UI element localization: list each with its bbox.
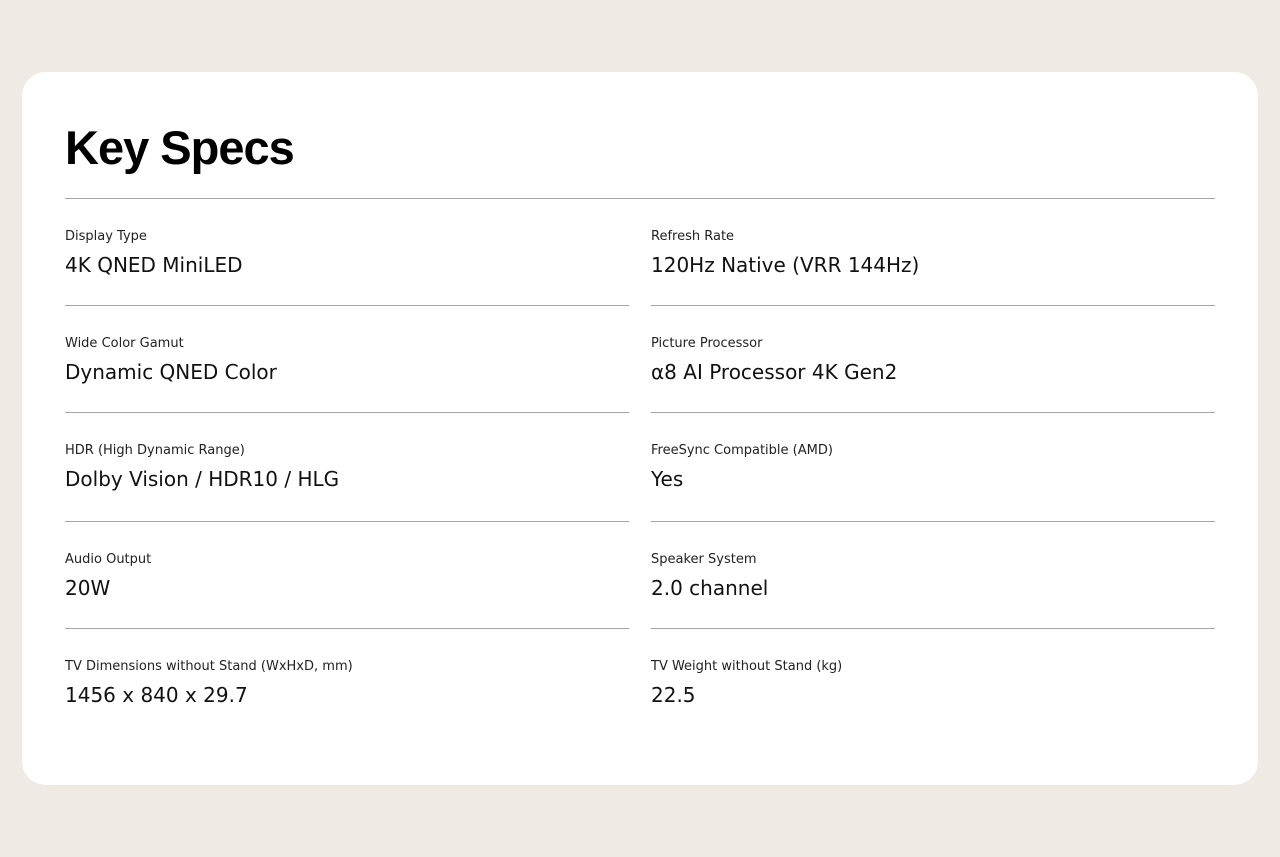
spec-audio-output: Audio Output 20W: [65, 522, 629, 629]
spec-freesync: FreeSync Compatible (AMD) Yes: [651, 413, 1215, 522]
spec-value: Dynamic QNED Color: [65, 360, 277, 384]
spec-value: Dolby Vision / HDR10 / HLG: [65, 467, 340, 491]
spec-tv-dimensions: TV Dimensions without Stand (WxHxD, mm) …: [65, 629, 629, 736]
spec-speaker-system: Speaker System 2.0 channel: [651, 522, 1215, 629]
key-specs-card: Key Specs Display Type 4K QNED MiniLED R…: [22, 72, 1258, 785]
spec-value: Yes: [651, 467, 684, 491]
spec-label: Speaker System: [651, 552, 757, 567]
spec-value: 4K QNED MiniLED: [65, 253, 243, 277]
spec-label: TV Weight without Stand (kg): [651, 659, 843, 674]
spec-wide-color-gamut: Wide Color Gamut Dynamic QNED Color: [65, 306, 629, 413]
spec-label: FreeSync Compatible (AMD): [651, 443, 833, 458]
spec-label: Refresh Rate: [651, 229, 735, 244]
spec-value: α8 AI Processor 4K Gen2: [651, 360, 898, 384]
spec-hdr: HDR (High Dynamic Range) Dolby Vision / …: [65, 413, 629, 522]
spec-value: 22.5: [651, 683, 696, 707]
spec-value: 1456 x 840 x 29.7: [65, 683, 248, 707]
spec-refresh-rate: Refresh Rate 120Hz Native (VRR 144Hz): [651, 199, 1215, 306]
spec-picture-processor: Picture Processor α8 AI Processor 4K Gen…: [651, 306, 1215, 413]
page-title: Key Specs: [65, 121, 295, 174]
spec-value: 2.0 channel: [651, 576, 769, 600]
spec-label: HDR (High Dynamic Range): [65, 443, 245, 458]
spec-label: Display Type: [65, 229, 147, 244]
spec-label: Wide Color Gamut: [65, 336, 184, 351]
spec-display-type: Display Type 4K QNED MiniLED: [65, 199, 629, 306]
specs-grid: Display Type 4K QNED MiniLED Refresh Rat…: [65, 199, 1215, 736]
spec-label: Picture Processor: [651, 336, 763, 351]
spec-value: 120Hz Native (VRR 144Hz): [651, 253, 920, 277]
spec-label: Audio Output: [65, 552, 152, 567]
spec-label: TV Dimensions without Stand (WxHxD, mm): [65, 659, 353, 674]
spec-tv-weight: TV Weight without Stand (kg) 22.5: [651, 629, 1215, 736]
spec-value: 20W: [65, 576, 111, 600]
